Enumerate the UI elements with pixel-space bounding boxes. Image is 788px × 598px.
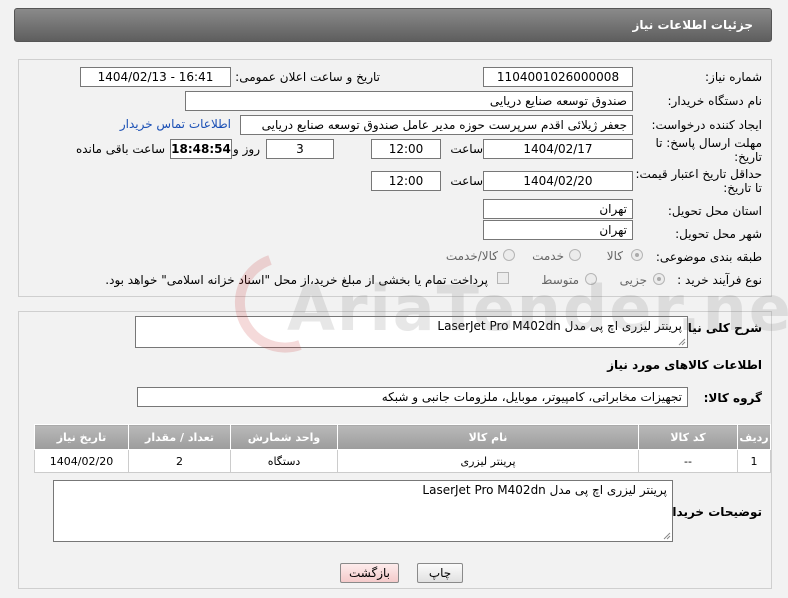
- col-date-header: تاریخ نیاز: [34, 424, 129, 450]
- category-service-radio[interactable]: [569, 249, 581, 261]
- delivery-city-label: شهر محل تحویل:: [675, 227, 762, 241]
- cell-date: 1404/02/20: [34, 449, 129, 473]
- back-button[interactable]: بازگشت: [340, 563, 399, 583]
- process-minor-label: جزیی: [619, 273, 647, 287]
- purchase-process-label: نوع فرآیند خرید :: [677, 273, 762, 287]
- remaining-time-field[interactable]: 18:48:54: [170, 139, 232, 159]
- price-time-label: ساعت: [450, 174, 483, 188]
- price-validity-date-field[interactable]: 1404/02/20: [483, 171, 633, 191]
- cell-qty: 2: [128, 449, 231, 473]
- process-minor-radio[interactable]: [653, 273, 665, 285]
- col-unit-header: واحد شمارش: [230, 424, 338, 450]
- delivery-province-field[interactable]: تهران: [483, 199, 633, 219]
- cell-name: پرینتر لیزری: [337, 449, 639, 473]
- page-title: جزئیات اطلاعات نیاز: [632, 18, 753, 32]
- treasury-payment-checkbox[interactable]: [497, 272, 509, 284]
- cell-unit: دستگاه: [230, 449, 338, 473]
- col-row-header: ردیف: [737, 424, 771, 450]
- buyer-notes-label: توضیحات خریدار:: [660, 505, 762, 519]
- treasury-payment-note: پرداخت تمام یا بخشی از مبلغ خرید،از محل …: [105, 273, 488, 287]
- price-validity-label-2: تا تاریخ:: [723, 181, 762, 195]
- need-number-field[interactable]: 1104001026000008: [483, 67, 633, 87]
- reply-deadline-time-field[interactable]: 12:00: [371, 139, 441, 159]
- resize-grip-icon[interactable]: [663, 532, 671, 540]
- delivery-province-label: استان محل تحویل:: [667, 204, 762, 218]
- description-text: پرینتر لیزری اچ پی مدل LaserJet Pro M402…: [437, 319, 682, 333]
- col-name-header: نام کالا: [337, 424, 639, 450]
- print-button[interactable]: چاپ: [417, 563, 463, 583]
- cell-row: 1: [737, 449, 771, 473]
- requester-field[interactable]: جعفر ژیلائی اقدم سرپرست حوزه مدیر عامل ص…: [240, 115, 633, 135]
- col-code-header: کد کالا: [638, 424, 738, 450]
- reply-time-label: ساعت: [450, 142, 483, 156]
- category-goods-label: کالا: [606, 249, 623, 263]
- buyer-notes-text: پرینتر لیزری اچ پی مدل LaserJet Pro M402…: [422, 483, 667, 497]
- buyer-notes-textarea[interactable]: پرینتر لیزری اچ پی مدل LaserJet Pro M402…: [53, 480, 673, 542]
- reply-days-field[interactable]: 3: [266, 139, 334, 159]
- remaining-label: ساعت باقی مانده: [75, 142, 165, 156]
- process-medium-label: متوسط: [541, 273, 579, 287]
- cell-code: --: [638, 449, 738, 473]
- buyer-org-label: نام دستگاه خریدار:: [667, 94, 763, 108]
- col-qty-header: تعداد / مقدار: [128, 424, 231, 450]
- buyer-contact-link[interactable]: اطلاعات تماس خریدار: [120, 117, 231, 131]
- description-textarea[interactable]: پرینتر لیزری اچ پی مدل LaserJet Pro M402…: [135, 316, 688, 348]
- category-goods-radio[interactable]: [631, 249, 643, 261]
- category-label: طبقه بندی موضوعی:: [655, 250, 762, 264]
- category-service-label: خدمت: [532, 249, 564, 263]
- days-label: روز و: [233, 142, 260, 156]
- announce-datetime-label: تاریخ و ساعت اعلان عمومی:: [235, 70, 380, 84]
- price-validity-time-field[interactable]: 12:00: [371, 171, 441, 191]
- description-label: شرح کلی نیاز:: [676, 321, 762, 335]
- delivery-city-field[interactable]: تهران: [483, 220, 633, 240]
- reply-deadline-date-field[interactable]: 1404/02/17: [483, 139, 633, 159]
- goods-group-label: گروه کالا:: [703, 391, 762, 405]
- buyer-org-field[interactable]: صندوق توسعه صنایع دریایی: [185, 91, 633, 111]
- page-header: جزئیات اطلاعات نیاز: [14, 8, 772, 42]
- process-medium-radio[interactable]: [585, 273, 597, 285]
- announce-datetime-field[interactable]: 1404/02/13 - 16:41: [80, 67, 231, 87]
- requester-label: ایجاد کننده درخواست:: [651, 118, 762, 132]
- goods-table-header: ردیف کد کالا نام کالا واحد شمارش تعداد /…: [34, 424, 771, 450]
- goods-info-title: اطلاعات کالاهای مورد نیاز: [607, 358, 762, 372]
- goods-table: ردیف کد کالا نام کالا واحد شمارش تعداد /…: [34, 424, 771, 473]
- category-goods-service-label: کالا/خدمت: [445, 249, 498, 263]
- reply-deadline-label: مهلت ارسال پاسخ: تا: [655, 136, 762, 150]
- reply-deadline-label-2: تاریخ:: [734, 150, 762, 164]
- table-row[interactable]: 1 -- پرینتر لیزری دستگاه 2 1404/02/20: [34, 449, 771, 473]
- goods-group-field[interactable]: تجهیزات مخابراتی، کامپیوتر، موبایل، ملزو…: [137, 387, 688, 407]
- category-goods-service-radio[interactable]: [503, 249, 515, 261]
- need-number-label: شماره نیاز:: [705, 70, 762, 84]
- price-validity-label: حداقل تاریخ اعتبار قیمت:: [635, 167, 762, 181]
- resize-grip-icon[interactable]: [678, 338, 686, 346]
